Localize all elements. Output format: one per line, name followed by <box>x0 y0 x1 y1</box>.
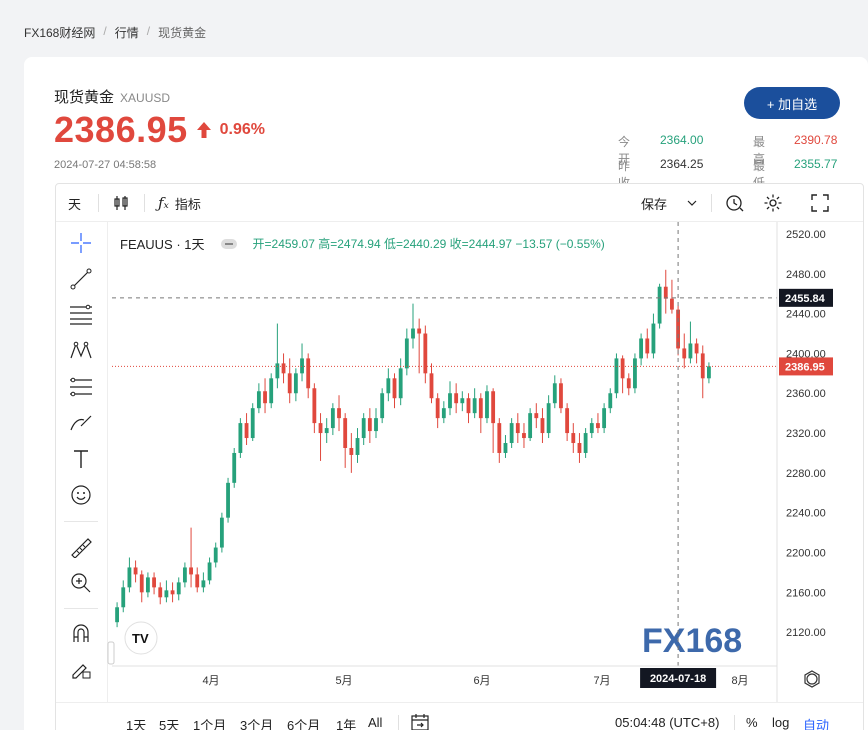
fullscreen-button[interactable] <box>811 184 829 222</box>
indicators-label: 指标 <box>174 196 201 212</box>
price-tick-label: 2320.00 <box>786 428 826 440</box>
auto-scale-toggle[interactable]: 自动 <box>803 715 829 730</box>
clock-replay-icon <box>726 195 744 212</box>
function-icon: ƒₓ <box>158 194 169 212</box>
toolbar-divider <box>98 194 99 212</box>
price-tick-label: 2200.00 <box>786 548 826 560</box>
time-tick-label: 6月 <box>473 675 490 687</box>
stat-low-value: 2355.77 <box>794 157 838 171</box>
time-tick-label: 8月 <box>731 675 748 687</box>
title-row: 现货黄金 XAUUSD <box>54 86 170 107</box>
range-all[interactable]: All <box>368 715 382 730</box>
candle-style-button[interactable] <box>112 184 130 222</box>
fullscreen-icon <box>811 194 829 212</box>
log-toggle[interactable]: log <box>772 715 789 730</box>
toolbar-divider <box>711 194 712 212</box>
axis-settings-icon <box>806 673 818 685</box>
percent-toggle[interactable]: % <box>746 715 758 730</box>
range-5d[interactable]: 5天 <box>159 715 179 730</box>
crosshair-price-label: 2455.84 <box>785 293 826 305</box>
gear-icon <box>764 194 782 212</box>
settings-button[interactable] <box>763 184 783 222</box>
interval-select[interactable]: 天 <box>68 184 81 222</box>
clock-display[interactable]: 05:04:48 (UTC+8) <box>615 715 719 730</box>
breadcrumb-home[interactable]: FX168财经网 <box>24 24 95 41</box>
change-percent: 0.96% <box>219 121 266 138</box>
instrument-title: 现货黄金 <box>54 89 115 106</box>
last-price-label: 2386.95 <box>785 361 825 373</box>
chart-widget: 天 ƒₓ 指标 保存 FX168 TV FEAUUS · 1天 开=2459.0… <box>55 183 864 730</box>
instrument-symbol: XAUUSD <box>120 91 171 105</box>
candlestick-icon <box>114 196 128 210</box>
chart-toolbar: 天 ƒₓ 指标 保存 <box>56 184 863 222</box>
price-tick-label: 2280.00 <box>786 468 826 480</box>
price-tick-label: 2360.00 <box>786 388 826 400</box>
range-1m[interactable]: 1个月 <box>193 715 226 730</box>
stat-open-value: 2364.00 <box>660 133 704 147</box>
price-row: 2386.95 0.96% <box>54 109 265 151</box>
range-1d[interactable]: 1天 <box>126 715 146 730</box>
chart-bottombar: 1天 5天 1个月 3个月 6个月 1年 All 05:04:48 (UTC+8… <box>56 702 863 730</box>
save-button[interactable]: 保存 <box>641 184 697 222</box>
breadcrumb: FX168财经网 / 行情 / 现货黄金 <box>24 24 206 41</box>
stat-high-value: 2390.78 <box>794 133 838 147</box>
breadcrumb-separator: / <box>103 24 107 38</box>
price-tick-label: 2480.00 <box>786 269 826 281</box>
price-tick-label: 2120.00 <box>786 627 826 639</box>
save-label: 保存 <box>641 196 668 212</box>
goto-date-button[interactable] <box>410 712 430 730</box>
arrow-up-icon <box>196 122 211 138</box>
chevron-down-icon <box>687 200 697 206</box>
chart-axes: 2520.002480.002440.002400.002360.002320.… <box>107 222 833 702</box>
breadcrumb-market[interactable]: 行情 <box>115 24 139 41</box>
breadcrumb-current: 现货黄金 <box>158 26 207 40</box>
price-tick-label: 2520.00 <box>786 229 826 241</box>
price-tick-label: 2440.00 <box>786 309 826 321</box>
quote-timestamp: 2024-07-27 04:58:58 <box>54 159 157 171</box>
bottombar-divider <box>734 715 735 730</box>
current-price: 2386.95 <box>54 109 188 150</box>
stat-prev-value: 2364.25 <box>660 157 704 171</box>
price-tick-label: 2160.00 <box>786 587 826 599</box>
breadcrumb-separator: / <box>146 24 151 38</box>
quote-card: 现货黄金 XAUUSD 2386.95 0.96% 2024-07-27 04:… <box>24 57 868 730</box>
indicators-button[interactable]: ƒₓ 指标 <box>158 184 201 222</box>
time-tick-label: 4月 <box>202 675 219 687</box>
price-tick-label: 2240.00 <box>786 508 826 520</box>
range-1y[interactable]: 1年 <box>336 715 356 730</box>
time-tick-label: 5月 <box>335 675 352 687</box>
calendar-goto-icon <box>411 714 429 730</box>
time-tick-label: 7月 <box>593 675 610 687</box>
range-6m[interactable]: 6个月 <box>287 715 320 730</box>
crosshair-date-label: 2024-07-18 <box>650 673 706 685</box>
replay-button[interactable] <box>725 184 745 222</box>
add-watchlist-button[interactable]: + 加自选 <box>744 87 840 119</box>
bottombar-divider <box>398 715 399 730</box>
toolbar-collapse-handle <box>107 641 115 665</box>
range-3m[interactable]: 3个月 <box>240 715 273 730</box>
toolbar-divider <box>144 194 145 212</box>
